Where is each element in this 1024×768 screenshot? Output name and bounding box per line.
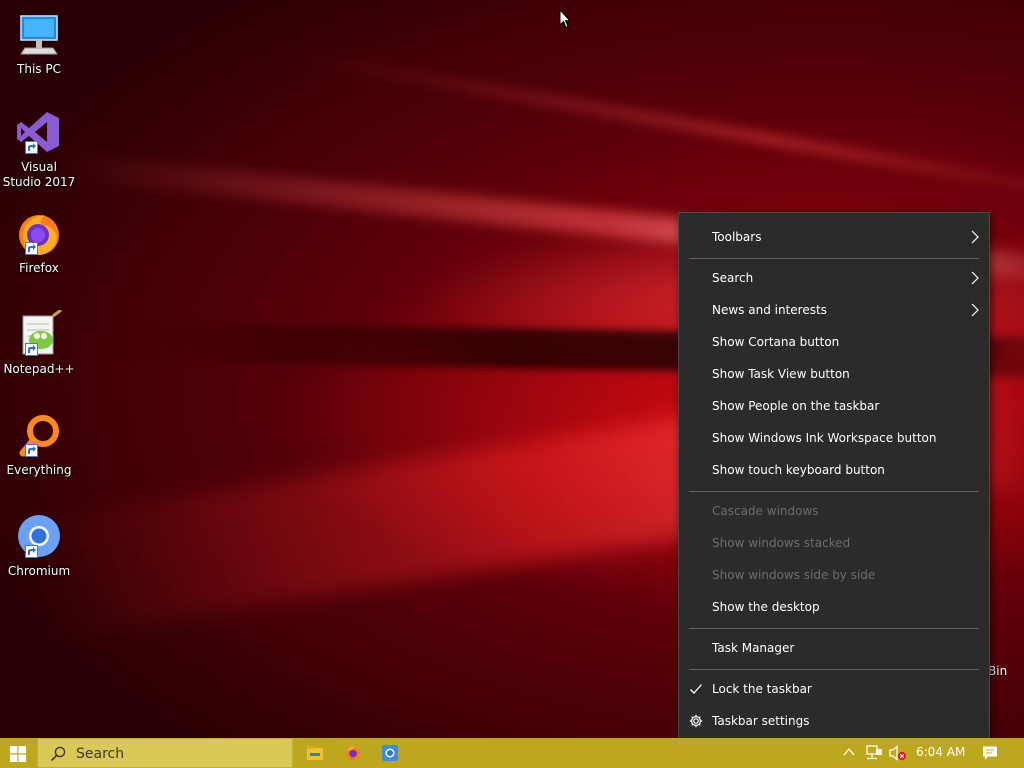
recycle-bin-label: Bin <box>988 664 1008 678</box>
search-icon <box>50 746 66 762</box>
shortcut-arrow-icon <box>25 444 38 457</box>
menu-separator <box>689 628 979 629</box>
menu-item-label: Search <box>712 271 754 285</box>
desktop-icon-this-pc[interactable]: This PC <box>2 10 76 77</box>
visual-studio-icon <box>15 108 63 156</box>
shortcut-arrow-icon <box>25 141 38 154</box>
firefox-icon <box>15 209 63 257</box>
windows-logo-icon <box>10 746 26 762</box>
taskbar-clock[interactable]: 6:04 AM <box>916 745 965 759</box>
file-explorer-icon <box>307 746 323 760</box>
desktop-icon-everything[interactable]: Everything <box>2 411 76 478</box>
menu-item-lock-the-taskbar[interactable]: Lock the taskbar <box>679 673 989 705</box>
menu-item-show-windows-side-by-side: Show windows side by side <box>679 559 989 591</box>
menu-item-show-cortana-button[interactable]: Show Cortana button <box>679 326 989 358</box>
menu-item-show-the-desktop[interactable]: Show the desktop <box>679 591 989 623</box>
volume-muted-icon[interactable] <box>889 745 907 761</box>
network-icon[interactable] <box>865 745 883 761</box>
menu-item-label: Show windows side by side <box>712 568 876 582</box>
menu-item-label: Task Manager <box>712 641 795 655</box>
menu-item-label: Show Task View button <box>712 367 850 381</box>
chevron-right-icon <box>971 230 979 244</box>
taskbar-context-menu: Toolbars Search News and interests Show … <box>678 212 990 745</box>
chevron-up-icon[interactable] <box>843 747 855 757</box>
desktop-icon-label: Visual Studio 2017 <box>2 160 76 189</box>
menu-item-label: Taskbar settings <box>712 714 810 728</box>
desktop-icon-chromium[interactable]: Chromium <box>2 512 76 579</box>
notepad-plus-plus-icon <box>15 308 63 358</box>
menu-item-label: Toolbars <box>712 230 762 244</box>
wallpaper-light-beam <box>304 50 1024 204</box>
this-pc-icon <box>15 10 63 58</box>
menu-separator <box>689 491 979 492</box>
menu-item-show-people[interactable]: Show People on the taskbar <box>679 390 989 422</box>
menu-item-show-windows-ink[interactable]: Show Windows Ink Workspace button <box>679 422 989 454</box>
menu-item-cascade-windows: Cascade windows <box>679 495 989 527</box>
desktop-icon-label: Everything <box>6 463 72 477</box>
menu-item-label: Show windows stacked <box>712 536 851 550</box>
mouse-cursor-icon <box>559 9 571 29</box>
desktop-icon-visual-studio[interactable]: Visual Studio 2017 <box>2 108 76 190</box>
menu-item-search[interactable]: Search <box>679 262 989 294</box>
chromium-icon <box>15 512 63 560</box>
chevron-right-icon <box>971 271 979 285</box>
firefox-icon <box>346 746 360 761</box>
search-placeholder: Search <box>76 746 125 762</box>
desktop-icon-notepad-plus-plus[interactable]: Notepad++ <box>2 308 76 377</box>
menu-item-label: Show the desktop <box>712 600 820 614</box>
menu-separator <box>689 669 979 670</box>
menu-item-label: Cascade windows <box>712 504 819 518</box>
menu-item-show-task-view-button[interactable]: Show Task View button <box>679 358 989 390</box>
taskbar-app-chromium[interactable] <box>371 738 409 768</box>
menu-item-news-and-interests[interactable]: News and interests <box>679 294 989 326</box>
shortcut-arrow-icon <box>25 242 38 255</box>
everything-search-icon <box>15 411 63 459</box>
checkmark-icon <box>690 684 702 694</box>
chromium-icon <box>382 745 398 761</box>
menu-item-label: Show touch keyboard button <box>712 463 885 477</box>
start-button[interactable] <box>0 738 36 768</box>
taskbar-app-file-explorer[interactable] <box>296 738 334 768</box>
menu-item-taskbar-settings[interactable]: Taskbar settings <box>679 705 989 737</box>
gear-icon <box>689 714 703 728</box>
menu-separator <box>689 258 979 259</box>
desktop-icon-label: This PC <box>17 62 61 76</box>
taskbar[interactable]: Search 6:04 AM <box>0 738 1024 768</box>
menu-item-label: Lock the taskbar <box>712 682 812 696</box>
menu-item-label: Show Windows Ink Workspace button <box>712 431 937 445</box>
taskbar-app-firefox[interactable] <box>334 738 372 768</box>
shortcut-arrow-icon <box>25 343 38 356</box>
menu-item-label: Show People on the taskbar <box>712 399 880 413</box>
desktop-icon-label: Chromium <box>7 564 71 578</box>
menu-item-show-touch-keyboard[interactable]: Show touch keyboard button <box>679 454 989 486</box>
menu-item-label: News and interests <box>712 303 827 317</box>
desktop-icon-firefox[interactable]: Firefox <box>2 209 76 276</box>
chevron-right-icon <box>971 303 979 317</box>
desktop-icon-label: Notepad++ <box>3 362 75 376</box>
taskbar-search-box[interactable]: Search <box>37 738 293 768</box>
menu-item-label: Show Cortana button <box>712 335 840 349</box>
action-center-icon[interactable] <box>982 745 998 761</box>
menu-item-task-manager[interactable]: Task Manager <box>679 632 989 664</box>
desktop-icon-label: Firefox <box>19 261 59 275</box>
menu-item-toolbars[interactable]: Toolbars <box>679 221 989 253</box>
shortcut-arrow-icon <box>25 545 38 558</box>
menu-item-show-windows-stacked: Show windows stacked <box>679 527 989 559</box>
